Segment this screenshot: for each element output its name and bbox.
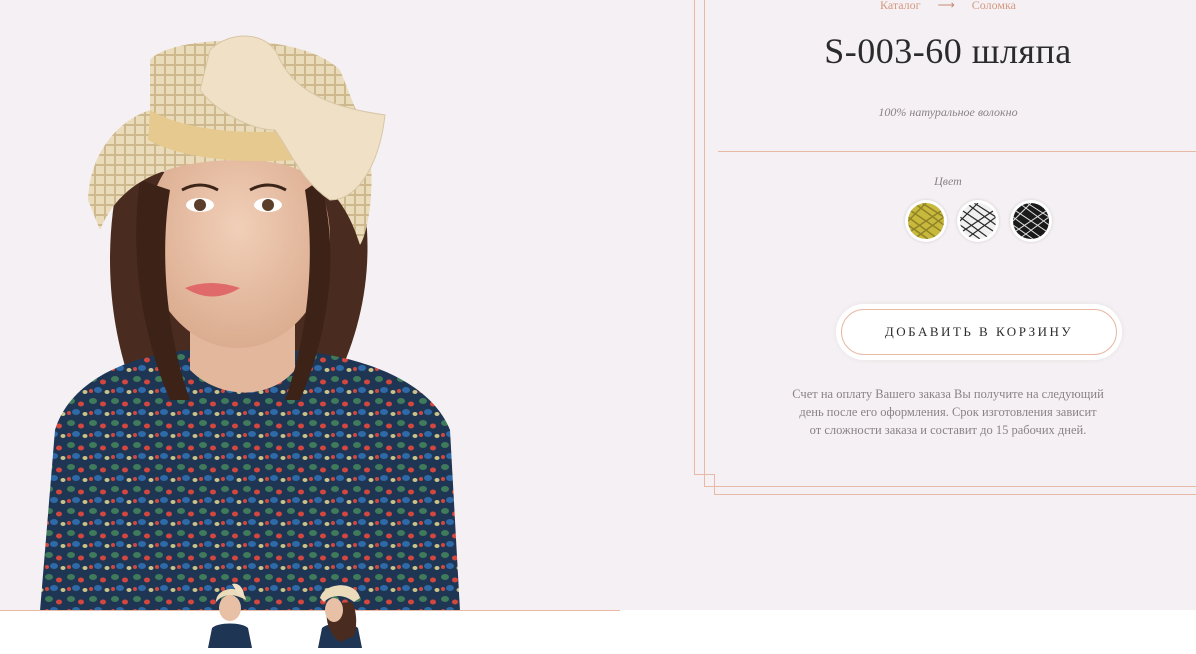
product-main-image <box>0 0 620 611</box>
breadcrumb-catalog-link[interactable]: Каталог <box>880 0 921 13</box>
order-note-line: Счет на оплату Вашего заказа Вы получите… <box>792 387 1104 401</box>
add-to-cart-button[interactable]: ДОБАВИТЬ В КОРЗИНУ <box>836 304 1122 360</box>
section-divider <box>718 151 1196 152</box>
thumbnail-side[interactable] <box>314 576 366 648</box>
product-title: S-003-60 шляпа <box>824 31 1072 71</box>
thumbnail-divider <box>0 610 620 611</box>
thumbnail-bar <box>0 610 1196 654</box>
frame-line <box>694 474 714 475</box>
breadcrumb: Каталог ⟶ Соломка <box>700 0 1196 13</box>
order-note: Счет на оплату Вашего заказа Вы получите… <box>670 385 1196 439</box>
frame-line <box>714 494 1196 495</box>
breadcrumb-category-link[interactable]: Соломка <box>972 0 1016 13</box>
frame-line <box>714 474 715 495</box>
product-material: 100% натуральное волокно <box>878 105 1018 119</box>
product-page: Каталог ⟶ Соломка S-003-60 шляпа 100% на… <box>0 0 1196 654</box>
color-label: Цвет <box>934 174 962 188</box>
add-to-cart-label: ДОБАВИТЬ В КОРЗИНУ <box>841 309 1117 355</box>
order-note-line: день после его оформления. Срок изготовл… <box>799 405 1097 419</box>
swatch-white-black-straw[interactable] <box>957 200 999 242</box>
order-note-line: от сложности заказа и составит до 15 раб… <box>809 423 1087 437</box>
breadcrumb-arrow-icon: ⟶ <box>937 0 955 12</box>
thumbnail-front[interactable] <box>204 576 256 648</box>
frame-line <box>704 486 1196 487</box>
swatch-yellow-straw[interactable] <box>905 200 947 242</box>
swatch-black-straw[interactable] <box>1010 200 1052 242</box>
